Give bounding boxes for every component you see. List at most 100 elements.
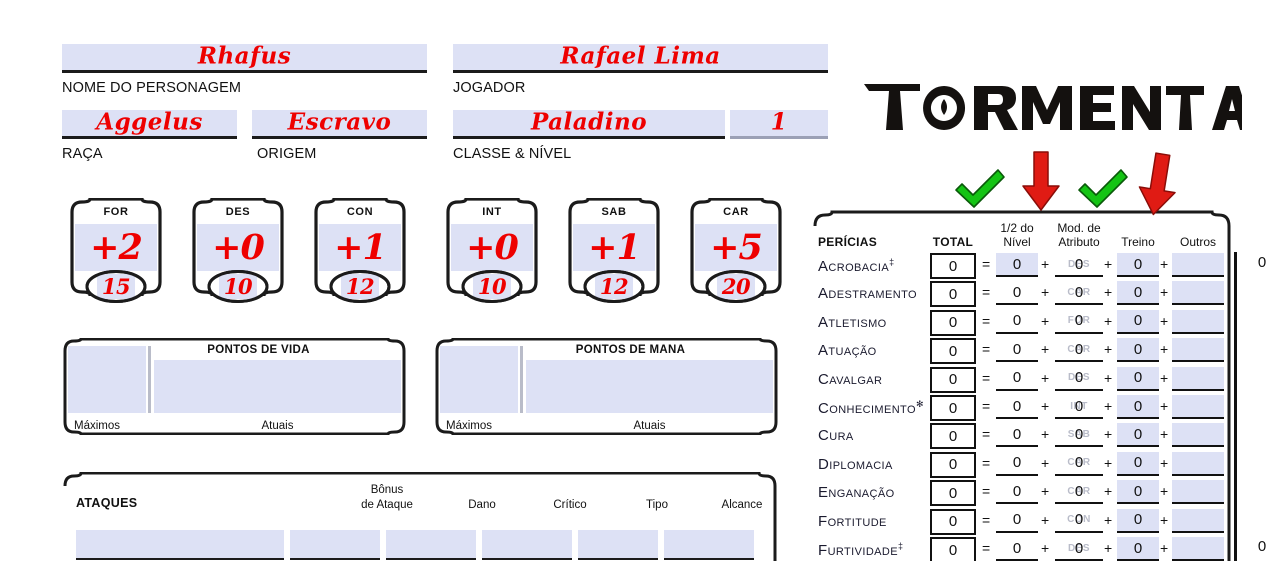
skill-others-field[interactable] (1172, 366, 1224, 391)
skill-total-value[interactable]: 0 (930, 480, 976, 507)
attribute-score-oval[interactable]: 20 (705, 270, 767, 303)
skill-half-level-value[interactable]: 0 (996, 281, 1038, 306)
skill-attr-mod-cell[interactable]: DES 0 (1055, 367, 1103, 391)
skill-half-level-value[interactable]: 0 (996, 537, 1038, 561)
attack-alcance-cell[interactable] (664, 530, 754, 560)
skill-others-field[interactable] (1172, 309, 1224, 334)
skill-half-level-value[interactable]: 0 (996, 367, 1038, 391)
skill-training-value[interactable]: 0 (1117, 281, 1159, 306)
attribute-score-oval[interactable]: 10 (461, 270, 523, 303)
skill-row[interactable]: Atletismo 0 = 0 + FOR 0 +0 + (812, 309, 1224, 337)
skill-total-value[interactable]: 0 (930, 253, 976, 279)
attribute-con[interactable]: CON +1 12 (312, 198, 408, 303)
skills-panel[interactable]: PERÍCIAS TOTAL 1/2 do Nível Mod. de Atri… (812, 196, 1266, 561)
skill-training-value[interactable]: 0 (1117, 253, 1159, 277)
skill-half-level-value[interactable]: 0 (996, 423, 1038, 448)
skill-attr-mod-cell[interactable]: CON 0 (1055, 509, 1103, 533)
skill-attr-mod-cell[interactable]: CAR 0 (1055, 452, 1103, 476)
player-caption: JOGADOR (453, 80, 526, 96)
attribute-score-oval[interactable]: 15 (85, 270, 147, 303)
skill-row[interactable]: Cavalgar 0 = 0 + DES 0 +0 + (812, 366, 1224, 394)
skill-row[interactable]: Atuação 0 = 0 + CAR 0 +0 + (812, 337, 1224, 365)
skill-half-level-value[interactable]: 0 (996, 338, 1038, 363)
character-name-field[interactable]: Rhafus (62, 42, 427, 73)
skill-row[interactable]: Conhecimento✻ 0 = 0 + INT 0 +0 + (812, 394, 1224, 422)
life-max-field[interactable] (68, 346, 146, 413)
attack-dano-cell[interactable] (386, 530, 476, 560)
skill-attr-mod-cell[interactable]: CAR 0 (1055, 480, 1103, 505)
mana-points-panel[interactable]: PONTOS DE MANA Máximos Atuais (434, 338, 779, 435)
attribute-score-oval[interactable]: 12 (583, 270, 645, 303)
attribute-score-oval[interactable]: 10 (207, 270, 269, 303)
skill-others-field[interactable] (1172, 253, 1224, 277)
attribute-des[interactable]: DES +0 10 (190, 198, 286, 303)
skill-training-value[interactable]: 0 (1117, 451, 1159, 476)
skill-others-field[interactable] (1172, 537, 1224, 561)
skill-total-value[interactable]: 0 (930, 423, 976, 450)
skill-row[interactable]: Furtividade‡ 0 = 0 + DES 0 +0 +0 (812, 536, 1266, 561)
skill-others-field[interactable] (1172, 395, 1224, 419)
skill-row[interactable]: Cura 0 = 0 + SAB 0 +0 + (812, 422, 1224, 450)
skill-others-field[interactable] (1172, 423, 1224, 448)
attack-name-cell[interactable] (76, 530, 284, 560)
origin-field[interactable]: Escravo (252, 108, 427, 139)
skill-training-value[interactable]: 0 (1117, 366, 1159, 391)
skill-training-value[interactable]: 0 (1117, 338, 1159, 363)
life-current-field[interactable] (154, 360, 401, 413)
skill-others-field[interactable] (1172, 480, 1224, 505)
skill-row[interactable]: Fortitude 0 = 0 + CON 0 +0 + (812, 508, 1224, 536)
skill-training-value[interactable]: 0 (1117, 423, 1159, 448)
skill-half-level-value[interactable]: 0 (996, 253, 1038, 277)
attribute-for[interactable]: FOR +2 15 (68, 198, 164, 303)
level-field[interactable]: 1 (730, 108, 828, 139)
skill-attr-mod-cell[interactable]: DES 0 (1055, 537, 1103, 561)
skill-half-level-value[interactable]: 0 (996, 480, 1038, 505)
skill-attr-mod-cell[interactable]: SAB 0 (1055, 423, 1103, 448)
skill-attr-mod-cell[interactable]: CAR 0 (1055, 338, 1103, 363)
skill-training-value[interactable]: 0 (1117, 508, 1159, 533)
attack-bonus-cell[interactable] (290, 530, 380, 560)
mana-max-field[interactable] (440, 346, 518, 413)
life-points-panel[interactable]: PONTOS DE VIDA Máximos Atuais (62, 338, 407, 435)
skill-others-field[interactable] (1172, 508, 1224, 533)
player-field[interactable]: Rafael Lima (453, 42, 828, 73)
skill-row[interactable]: Diplomacia 0 = 0 + CAR 0 +0 + (812, 451, 1224, 479)
skill-row[interactable]: Acrobacia‡ 0 = 0 + DES 0 +0 +0 (812, 252, 1266, 280)
skill-total-value[interactable]: 0 (930, 366, 976, 393)
skill-attr-mod-cell[interactable]: DES 0 (1055, 253, 1103, 277)
attribute-score-value: 12 (345, 274, 375, 299)
skill-others-field[interactable] (1172, 451, 1224, 476)
attribute-int[interactable]: INT +0 10 (444, 198, 540, 303)
attribute-score-oval[interactable]: 12 (329, 270, 391, 303)
attribute-car[interactable]: CAR +5 20 (688, 198, 784, 303)
skill-total-value[interactable]: 0 (930, 281, 976, 308)
skill-half-level-value[interactable]: 0 (996, 395, 1038, 419)
skill-total-value[interactable]: 0 (930, 309, 976, 336)
skill-training-value[interactable]: 0 (1117, 537, 1159, 561)
skill-others-field[interactable] (1172, 281, 1224, 306)
skill-others-field[interactable] (1172, 338, 1224, 363)
skill-total-value[interactable]: 0 (930, 508, 976, 535)
skill-attr-mod-cell[interactable]: CAR 0 (1055, 281, 1103, 306)
skill-total-value[interactable]: 0 (930, 338, 976, 365)
skill-row[interactable]: Adestramento 0 = 0 + CAR 0 +0 + (812, 280, 1224, 308)
attack-tipo-cell[interactable] (578, 530, 658, 560)
skill-training-value[interactable]: 0 (1117, 480, 1159, 505)
skill-attr-mod-cell[interactable]: INT 0 (1055, 395, 1103, 419)
attacks-panel[interactable]: ATAQUES Bônus de Ataque Dano Crítico Tip… (62, 472, 778, 561)
skill-total-value[interactable]: 0 (930, 395, 976, 421)
skill-attr-mod-cell[interactable]: FOR 0 (1055, 310, 1103, 334)
skill-half-level-value[interactable]: 0 (996, 310, 1038, 334)
skill-total-value[interactable]: 0 (930, 451, 976, 478)
race-field[interactable]: Aggelus (62, 108, 237, 139)
skill-half-level-value[interactable]: 0 (996, 452, 1038, 476)
skill-total-value[interactable]: 0 (930, 537, 976, 561)
mana-current-field[interactable] (526, 360, 773, 413)
skill-training-value[interactable]: 0 (1117, 309, 1159, 334)
skill-row[interactable]: Enganação 0 = 0 + CAR 0 +0 + (812, 479, 1224, 507)
attack-critico-cell[interactable] (482, 530, 572, 560)
attribute-sab[interactable]: SAB +1 12 (566, 198, 662, 303)
skill-half-level-value[interactable]: 0 (996, 509, 1038, 533)
skill-training-value[interactable]: 0 (1117, 395, 1159, 419)
class-field[interactable]: Paladino (453, 108, 725, 139)
